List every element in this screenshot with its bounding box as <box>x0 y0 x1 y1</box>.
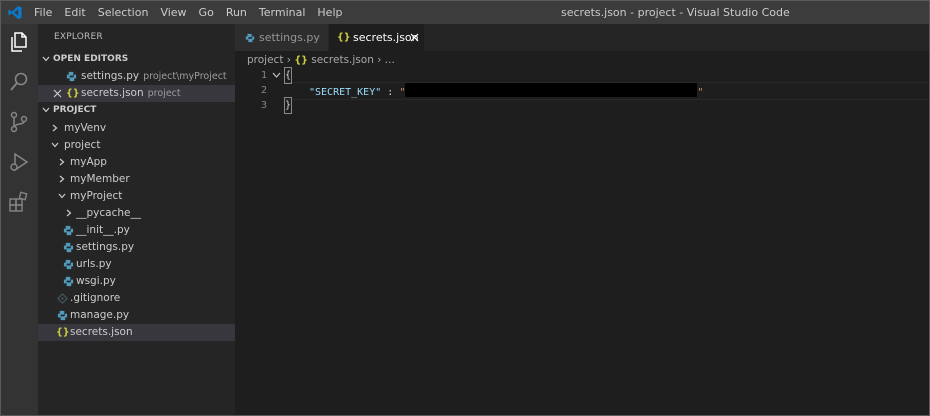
json-separator: : <box>381 87 400 98</box>
chevron-right-icon <box>52 124 58 132</box>
menu-terminal[interactable]: Terminal <box>253 1 312 24</box>
tab-settings-py[interactable]: settings.py <box>235 24 328 51</box>
python-file-icon <box>63 242 74 253</box>
open-editor-path: project <box>147 88 181 99</box>
python-file-icon <box>63 225 74 236</box>
tree-item-mymember[interactable]: myMember <box>38 171 235 188</box>
explorer-icon[interactable] <box>7 30 31 54</box>
open-editor-label: settings.py <box>81 70 140 82</box>
python-file-icon <box>63 259 74 270</box>
tree-item-myvenv[interactable]: myVenv <box>38 120 235 137</box>
tree-item-urls-py[interactable]: urls.py <box>38 256 235 273</box>
tree-item-gitignore[interactable]: .gitignore <box>38 290 235 307</box>
vscode-window: File Edit Selection View Go Run Terminal… <box>0 0 930 416</box>
chevron-down-icon <box>42 56 50 62</box>
tree-item-settings-py[interactable]: settings.py <box>38 239 235 256</box>
breadcrumb-symbol[interactable]: ... <box>385 54 395 66</box>
title-bar: File Edit Selection View Go Run Terminal… <box>1 1 929 24</box>
open-editor-secrets-json[interactable]: {} secrets.json project <box>38 85 235 102</box>
fold-chevron-icon[interactable] <box>272 72 281 79</box>
tab-secrets-json[interactable]: {} secrets.json <box>329 24 424 51</box>
close-icon[interactable] <box>410 33 419 42</box>
tree-item-pycache[interactable]: __pycache__ <box>38 205 235 222</box>
chevron-down-icon <box>51 142 59 148</box>
python-file-icon <box>63 276 74 287</box>
activity-bar <box>1 24 38 415</box>
breadcrumb-project[interactable]: project <box>247 54 283 66</box>
close-icon[interactable] <box>53 89 62 98</box>
editor-line-1[interactable]: 1 { <box>235 67 929 84</box>
tree-item-init-py[interactable]: __init__.py <box>38 222 235 239</box>
editor-line-2[interactable]: 2 "SECRET_KEY" : " " <box>235 83 929 98</box>
chevron-down-icon <box>58 193 66 199</box>
json-file-icon: {} <box>66 88 80 99</box>
line-number: 3 <box>260 100 267 111</box>
breadcrumb: project › {} secrets.json › ... <box>247 51 395 69</box>
search-icon[interactable] <box>7 70 31 94</box>
python-file-icon <box>57 310 68 321</box>
close-brace: } <box>283 97 293 114</box>
extensions-icon[interactable] <box>7 190 31 214</box>
source-control-icon[interactable] <box>7 110 31 134</box>
json-file-icon: {} <box>294 55 308 66</box>
chevron-down-icon <box>42 107 50 113</box>
tree-item-project[interactable]: project <box>38 137 235 154</box>
sidebar-title: EXPLORER <box>54 32 103 42</box>
tab-label: settings.py <box>259 31 320 44</box>
explorer-sidebar: EXPLORER OPEN EDITORS settings.py project… <box>38 24 235 415</box>
python-file-icon <box>245 33 255 43</box>
tree-item-secrets-json[interactable]: {} secrets.json <box>38 324 235 341</box>
menu-bar: File Edit Selection View Go Run Terminal… <box>28 1 348 24</box>
git-file-icon <box>57 293 68 304</box>
open-editor-label: secrets.json <box>81 87 144 99</box>
tree-item-manage-py[interactable]: manage.py <box>38 307 235 324</box>
menu-help[interactable]: Help <box>311 1 348 24</box>
json-file-icon: {} <box>56 327 70 338</box>
open-brace: { <box>283 67 293 84</box>
menu-file[interactable]: File <box>28 1 58 24</box>
tree-item-myproject[interactable]: myProject <box>38 188 235 205</box>
open-editor-path: project\myProject <box>143 71 227 82</box>
line-number: 2 <box>260 85 267 96</box>
chevron-right-icon <box>66 209 72 217</box>
editor-line-3[interactable]: 3 } <box>235 97 929 114</box>
tree-item-myapp[interactable]: myApp <box>38 154 235 171</box>
open-editor-settings-py[interactable]: settings.py project\myProject <box>38 68 235 85</box>
run-debug-icon[interactable] <box>7 150 31 174</box>
menu-selection[interactable]: Selection <box>92 1 155 24</box>
project-header[interactable]: PROJECT <box>38 102 235 119</box>
open-editors-header[interactable]: OPEN EDITORS <box>38 51 235 68</box>
breadcrumb-separator-icon: › <box>377 54 385 66</box>
editor-tab-bar: settings.py {} secrets.json <box>235 24 929 51</box>
chevron-right-icon <box>59 175 65 183</box>
menu-view[interactable]: View <box>154 1 192 24</box>
menu-edit[interactable]: Edit <box>58 1 91 24</box>
json-string-close: " <box>697 87 704 98</box>
json-key: "SECRET_KEY" <box>309 87 382 98</box>
tree-item-wsgi-py[interactable]: wsgi.py <box>38 273 235 290</box>
line-number: 1 <box>260 70 267 81</box>
redacted-secret-value <box>405 83 698 97</box>
breadcrumb-file[interactable]: secrets.json <box>311 54 374 66</box>
window-title: secrets.json - project - Visual Studio C… <box>561 6 790 19</box>
vscode-logo-icon <box>8 5 22 20</box>
tab-label: secrets.json <box>353 31 419 44</box>
chevron-right-icon <box>59 158 65 166</box>
python-file-icon <box>66 71 77 82</box>
menu-go[interactable]: Go <box>193 1 220 24</box>
menu-run[interactable]: Run <box>220 1 253 24</box>
json-file-icon: {} <box>337 32 351 43</box>
